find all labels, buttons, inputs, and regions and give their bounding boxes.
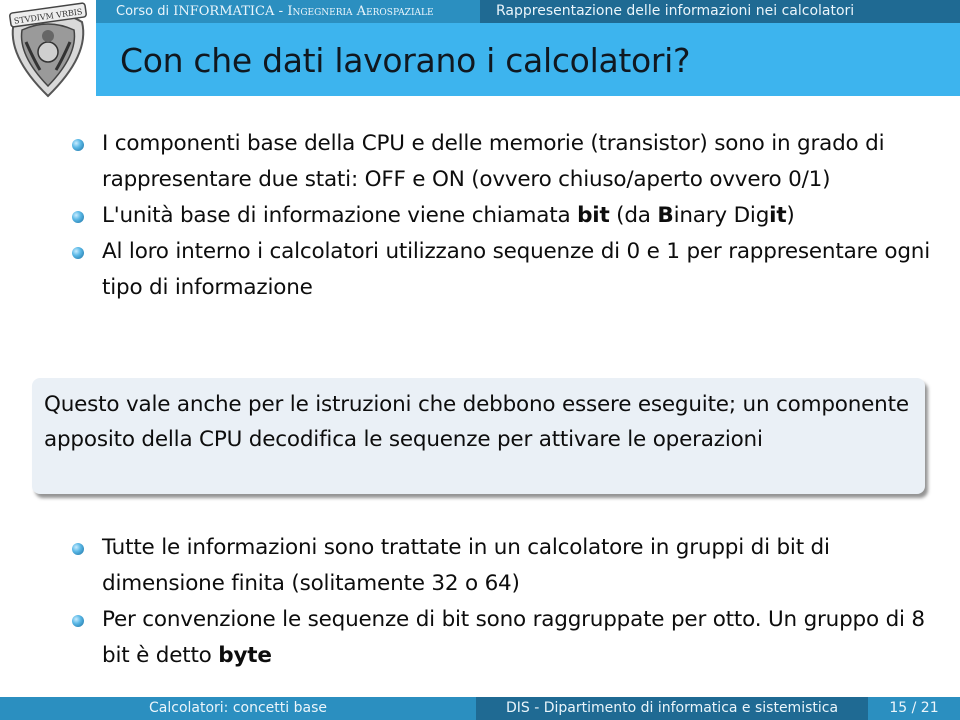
highlight-block: Questo vale anche per le istruzioni che …: [32, 378, 925, 494]
acronym-letter: B: [657, 203, 674, 228]
footer-department: DIS - Dipartimento di informatica e sist…: [476, 697, 868, 720]
list-item-text: L'unità base di informazione viene chiam…: [102, 203, 578, 228]
bullet-ball-icon: [72, 615, 84, 627]
footer-topic: Calcolatori: concetti base: [0, 697, 476, 720]
course-label: Corso di INFORMATICA - Ingegneria Aerosp…: [96, 0, 480, 23]
course-separator: -: [274, 4, 288, 19]
list-item: Per convenzione le sequenze di bit sono …: [70, 602, 930, 674]
bullet-ball-icon: [72, 543, 84, 555]
list-item-text: (da: [609, 203, 658, 228]
university-logo: STVDIVM VRBIS: [0, 0, 96, 100]
section-label: Rappresentazione delle informazioni nei …: [480, 0, 960, 23]
bullet-ball-icon: [72, 211, 84, 223]
list-item-text: I componenti base della CPU e delle memo…: [102, 131, 885, 192]
title-bar: Con che dati lavorano i calcolatori?: [96, 23, 960, 96]
list-item: Tutte le informazioni sono trattate in u…: [70, 530, 930, 602]
slide-title: Con che dati lavorano i calcolatori?: [120, 41, 691, 80]
list-item: I componenti base della CPU e delle memo…: [70, 126, 930, 198]
page-number: 15 / 21: [868, 697, 960, 720]
footer-bar: Calcolatori: concetti base DIS - Diparti…: [0, 697, 960, 720]
header-bar: Corso di INFORMATICA - Ingegneria Aerosp…: [96, 0, 960, 23]
block-text: Questo vale anche per le istruzioni che …: [44, 392, 909, 452]
term-bit: bit: [577, 203, 610, 228]
course-name: INFORMATICA: [173, 4, 275, 19]
list-item: L'unità base di informazione viene chiam…: [70, 198, 930, 234]
seal-icon: STVDIVM VRBIS: [9, 2, 87, 98]
list-item-text: Tutte le informazioni sono trattate in u…: [102, 535, 830, 596]
course-prefix: Corso di: [116, 4, 174, 19]
bullet-list-bottom: Tutte le informazioni sono trattate in u…: [70, 530, 930, 674]
list-item-text: Al loro interno i calcolatori utilizzano…: [102, 239, 930, 300]
term-byte: byte: [218, 643, 272, 668]
list-item: Al loro interno i calcolatori utilizzano…: [70, 234, 930, 306]
list-item-text: ): [786, 203, 795, 228]
bullet-list-top: I componenti base della CPU e delle memo…: [70, 126, 930, 306]
acronym-letter: it: [769, 203, 787, 228]
course-faculty: Ingegneria Aerospaziale: [287, 4, 434, 19]
bullet-ball-icon: [72, 247, 84, 259]
bullet-ball-icon: [72, 139, 84, 151]
list-item-text: inary Dig: [673, 203, 770, 228]
